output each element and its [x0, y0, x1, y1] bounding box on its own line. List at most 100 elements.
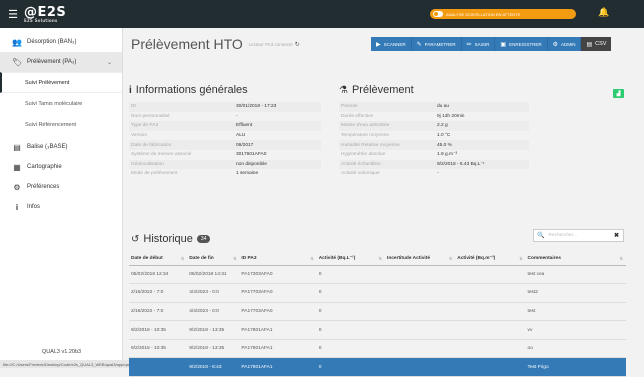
table-cell: vv: [525, 320, 626, 340]
info-value: -: [236, 113, 238, 119]
info-value: 9j 13h 20min: [437, 113, 465, 119]
map-icon: ▦: [13, 162, 21, 172]
tag-icon: 🏷: [12, 57, 23, 67]
table-cell: 0: [316, 320, 385, 340]
table-cell: 0: [316, 339, 385, 359]
table-cell: [455, 283, 526, 303]
column-header-label: Activité (Bq.m⁻³): [457, 256, 496, 262]
sidebar-item-label: Cartographie: [27, 164, 62, 170]
sidebar-item-infos[interactable]: i Infos: [0, 197, 122, 217]
table-cell: 9/2/2018 - 6:43: [187, 357, 240, 377]
bell-icon[interactable]: 🔔: [598, 7, 609, 18]
admin-button[interactable]: ⚙ ADMIN: [547, 37, 582, 51]
info-section-title: i Informations générales: [129, 84, 248, 96]
history-icon: ↺: [131, 233, 140, 245]
flask-icon: ⚗: [339, 84, 348, 96]
table-cell: [384, 320, 456, 340]
app-version: QUAL3 v1.20b3: [41, 349, 82, 355]
prelevement-title-text: Prélèvement: [351, 84, 414, 96]
column-header[interactable]: Activité (Bq.L⁻¹) ⇅: [316, 253, 385, 266]
table-row[interactable]: 2/16/2022 - 7:0 4/4/2023 - 0:0 PA17703AFA0…: [129, 283, 626, 303]
sidebar-sub-suivi-tamis[interactable]: Suivi Tamis moléculaire: [0, 93, 122, 114]
info-table: ID 30/01/2018 - 17:23 Nom personnalisé - Typ…: [129, 102, 321, 179]
info-row: Température moyenne 1.0 °C: [339, 131, 529, 141]
info-row: Masse d'eau adsorbée 2.2 g: [339, 121, 529, 131]
column-header[interactable]: Date de début ⇅: [129, 253, 188, 266]
search-placeholder: Rechercher...: [548, 233, 578, 238]
parametrer-button[interactable]: ✎ PARAMETRER: [411, 37, 462, 51]
info-key: Hygrométrie absolue: [341, 152, 386, 158]
sidebar: 👥 Désorption (BAN₃) 🏷 Prélèvement (PA₃) …: [0, 28, 123, 368]
scanner-button[interactable]: ▶ SCANNER: [371, 37, 412, 51]
table-row[interactable]: 05/02/2018 12:34 05/02/2018 14:31 PA17303A…: [129, 265, 626, 285]
sidebar-item-desorption[interactable]: 👥 Désorption (BAN₃): [0, 32, 122, 52]
table-cell: 2/16/2022 - 7:0: [129, 283, 188, 303]
table-cell: PA17303AFA0: [239, 265, 317, 285]
info-value: ALU: [236, 133, 246, 139]
table-row[interactable]: 9/2/2018 - 6:43 PA17801AFA1 0 Test Frigo: [129, 357, 626, 377]
info-row: Activité échantillon 9/2/2018 - 6.43 Bq.L…: [339, 159, 529, 170]
info-row: Durée effective 9j 13h 20min: [339, 112, 529, 122]
historique-table: Date de début ⇅ Date de fin ⇅ ID PA3 ⇅ Activit…: [129, 253, 626, 377]
column-header-label: Commentaires: [527, 256, 561, 262]
csv-button[interactable]: ▤ CSV: [581, 37, 612, 51]
table-header-row: Date de début ⇅ Date de fin ⇅ ID PA3 ⇅ Activit…: [129, 253, 626, 266]
sort-icon: ⇅: [519, 256, 523, 262]
file-icon: ▤: [586, 41, 593, 48]
alert-toggle-icon[interactable]: [433, 11, 443, 17]
system-link[interactable]: 3017601AFA0: [236, 152, 266, 157]
column-header[interactable]: Incertitude Activité ⇅: [384, 253, 456, 266]
prelevement-section-title: ⚗ Prélèvement: [339, 84, 414, 96]
chart-button[interactable]: ▟: [613, 89, 624, 98]
table-cell: [384, 283, 456, 303]
info-key: Période: [341, 104, 358, 110]
historique-title-text: Historique: [143, 233, 193, 245]
enregistrer-button[interactable]: ▣ ENREGISTRER: [495, 37, 548, 51]
search-input[interactable]: 🔍 Rechercher... ✖: [533, 229, 624, 242]
saisir-label: SAISIR: [474, 41, 490, 47]
pending-analysis-alert[interactable]: ANALYSE SCINTILLATION EN ATTENTE: [430, 9, 576, 19]
parametrer-label: PARAMETRER: [424, 41, 456, 47]
info-icon: i: [15, 202, 19, 212]
table-cell: 0: [316, 283, 385, 303]
reader-status-text: Lecteur PA3 connecté: [248, 41, 293, 47]
prelevement-table: Période du au Durée effective 9j 13h 20min M…: [339, 102, 529, 179]
table-row[interactable]: 9/2/2018 - 10:35 9/2/2018 - 13:35 PA17801A…: [129, 320, 626, 340]
table-row[interactable]: 2/16/2022 - 7:0 4/4/2023 - 0:0 PA17703AFA0…: [129, 302, 626, 322]
saisir-button[interactable]: ✏ SAISIR: [461, 37, 496, 51]
info-row: Mode de prélèvement 1 semaine: [129, 169, 321, 179]
column-header[interactable]: Commentaires ⇅: [525, 253, 626, 266]
reader-status: Lecteur PA3 connecté ↻: [249, 41, 300, 48]
gear-icon: ⚙: [13, 182, 21, 192]
sidebar-sub-suivi-prelevement[interactable]: Suivi Prélèvement: [0, 72, 122, 93]
sidebar-sub-suivi-referencement[interactable]: Suivi Référencement: [0, 114, 122, 135]
clear-icon[interactable]: ✖: [614, 232, 619, 239]
gear-icon: ⚙: [552, 41, 558, 48]
sidebar-item-cartographie[interactable]: ▦ Cartographie: [0, 157, 122, 177]
sidebar-item-balise[interactable]: ▤ Balise (₃BASE): [0, 137, 122, 157]
table-cell: [384, 357, 456, 377]
table-row[interactable]: 9/2/2018 - 10:35 9/2/2018 - 13:35 PA17801A…: [129, 339, 626, 359]
column-header[interactable]: Date de fin ⇅: [187, 253, 240, 266]
sidebar-item-label: Désorption (BAN₃): [27, 39, 77, 45]
info-key: Mode de prélèvement: [131, 171, 178, 177]
sidebar-item-prelevement[interactable]: 🏷 Prélèvement (PA₃) ⌄: [0, 52, 122, 72]
sidebar-item-preferences[interactable]: ⚙ Préférences: [0, 177, 122, 197]
column-header[interactable]: Activité (Bq.m⁻³) ⇅: [455, 253, 526, 266]
table-cell: [384, 339, 456, 359]
info-key: Nom personnalisé: [131, 113, 170, 119]
info-value: 30/01/2018 - 17:23: [236, 104, 277, 110]
admin-label: ADMIN: [560, 41, 576, 47]
info-value: du au: [437, 104, 450, 110]
search-icon: 🔍: [537, 233, 545, 239]
table-cell: PA17801AFA1: [239, 320, 317, 340]
column-header-label: Activité (Bq.L⁻¹): [318, 256, 356, 262]
table-cell: [384, 302, 456, 322]
table-cell: oo: [525, 339, 626, 359]
column-header[interactable]: ID PA3 ⇅: [239, 253, 317, 266]
chart-icon: ▟: [616, 90, 621, 97]
refresh-icon[interactable]: ↻: [295, 41, 300, 48]
database-icon: ▤: [13, 142, 21, 152]
table-cell: [129, 357, 188, 377]
menu-icon[interactable]: ☰: [2, 8, 24, 21]
